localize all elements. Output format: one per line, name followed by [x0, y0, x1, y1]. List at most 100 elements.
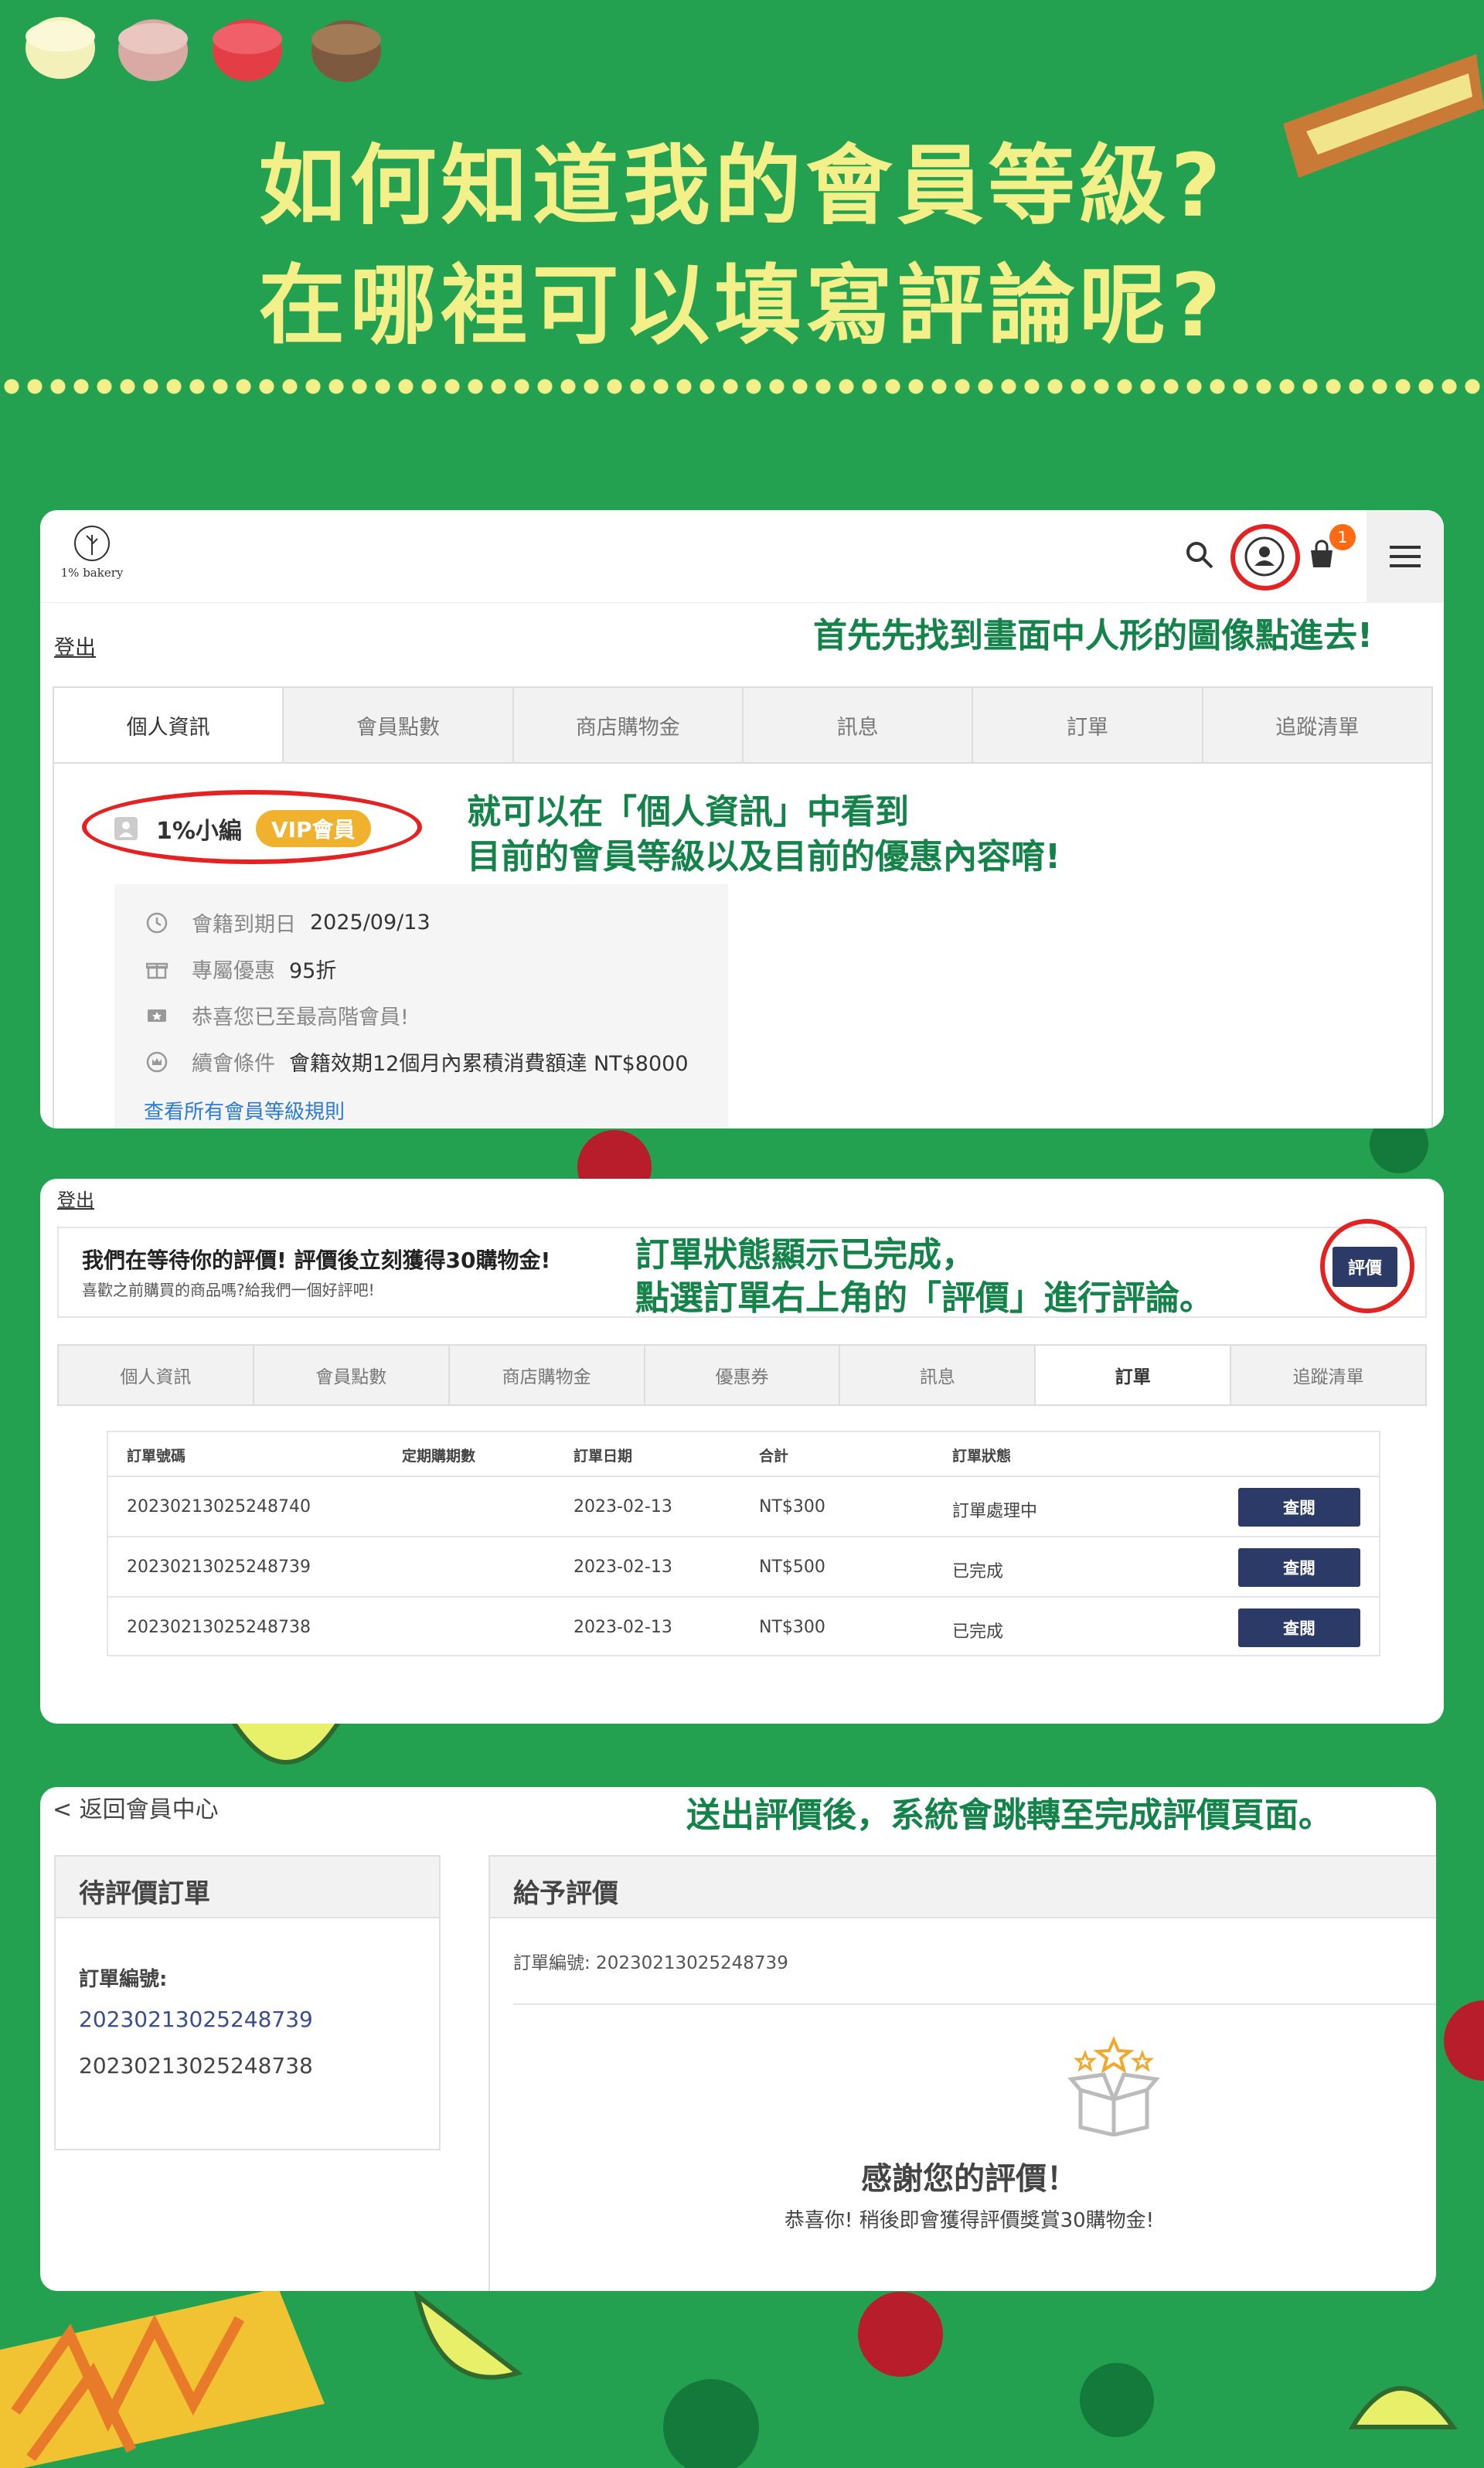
view-order-button[interactable]: 查閱	[1238, 1548, 1360, 1587]
tab-store-credit[interactable]: 商店購物金	[514, 688, 744, 762]
member-tabs: 個人資訊 會員點數 商店購物金 優惠券 訊息 訂單 追蹤清單	[57, 1344, 1427, 1406]
order-id: 20230213025248739	[127, 1557, 311, 1577]
lime-slice-decoration-2	[414, 2289, 523, 2380]
info-label: 專屬優惠	[192, 959, 275, 983]
tab-messages[interactable]: 訊息	[744, 688, 974, 762]
member-tabs: 個人資訊 會員點數 商店購物金 訊息 訂單 追蹤清單	[53, 686, 1433, 764]
order-date: 2023-02-13	[574, 1497, 672, 1517]
callout-personal-info-2: 目前的會員等級以及目前的優惠內容唷!	[467, 837, 1061, 877]
thanks-title: 感謝您的評價！	[861, 2161, 1077, 2197]
orders-panel: 登出 我們在等待你的評價! 評價後立刻獲得30購物金! 喜歡之前購買的商品嗎?給…	[40, 1179, 1444, 1724]
callout-find-user-icon: 首先先找到畫面中人形的圖像點進去!	[813, 616, 1373, 655]
hero-title-line2: 在哪裡可以填寫評論呢?	[258, 256, 1226, 356]
ticket-icon	[145, 1004, 168, 1027]
callout-review-2: 點選訂單右上角的「評價」進行評論。	[635, 1278, 1213, 1318]
info-row-discount: 專屬優惠 95折	[145, 954, 336, 984]
tab-wishlist[interactable]: 追蹤清單	[1203, 688, 1431, 762]
header-date: 訂單日期	[574, 1448, 633, 1465]
pending-order-link[interactable]: 20230213025248738	[79, 2053, 313, 2078]
view-order-button[interactable]: 查閱	[1238, 1608, 1360, 1647]
view-order-button[interactable]: 查閱	[1238, 1488, 1360, 1527]
info-row-expiry: 會籍到期日 2025/09/13	[145, 907, 431, 938]
crown-icon	[145, 1050, 168, 1074]
callout-personal-info-1: 就可以在「個人資訊」中看到	[467, 792, 909, 832]
dotted-divider	[0, 379, 1484, 394]
back-to-member-center-link[interactable]: < 返回會員中心	[53, 1790, 219, 1824]
lime-decoration-bottom	[663, 2379, 759, 2468]
pending-order-link[interactable]: 20230213025248739	[79, 2007, 313, 2032]
order-date: 2023-02-13	[574, 1557, 672, 1577]
tab-orders[interactable]: 訂單	[1036, 1346, 1232, 1404]
thanks-subtitle: 恭喜你! 稍後即會獲得評價獎賞30購物金!	[784, 2209, 1155, 2232]
clock-icon	[145, 911, 168, 934]
order-total: NT$300	[759, 1497, 825, 1517]
banner-title: 我們在等待你的評價! 評價後立刻獲得30購物金!	[82, 1248, 551, 1273]
tree-logo-icon	[74, 526, 110, 561]
header-total: 合計	[759, 1448, 789, 1465]
table-header: 訂單號碼 定期購期數 訂單日期 合計 訂單狀態	[108, 1432, 1379, 1476]
give-review-header	[490, 1857, 1436, 1918]
order-number-label: 訂單編號:	[79, 1968, 168, 1991]
tab-personal-info[interactable]: 個人資訊	[59, 1346, 254, 1404]
order-id: 20230213025248738	[127, 1618, 311, 1637]
review-order-number: 訂單編號: 20230213025248739	[513, 1953, 788, 1973]
give-review-box: 給予評價 訂單編號: 20230213025248739 感謝您的評價！ 恭喜你…	[488, 1855, 1436, 2291]
membership-rules-link[interactable]: 查看所有會員等級規則	[144, 1096, 345, 1125]
review-button-highlight-circle	[1320, 1219, 1414, 1313]
pastry-decoration	[0, 2288, 325, 2468]
cart-count-badge: 1	[1329, 524, 1356, 550]
give-review-title: 給予評價	[513, 1878, 618, 1909]
callout-review-complete: 送出評價後，系統會跳轉至完成評價頁面。	[686, 1796, 1333, 1835]
tab-member-points[interactable]: 會員點數	[284, 688, 514, 762]
order-date: 2023-02-13	[574, 1618, 672, 1637]
info-row-top-level: 恭喜您已至最高階會員!	[145, 1000, 409, 1030]
tab-personal-info[interactable]: 個人資訊	[54, 688, 284, 762]
gift-box-stars-icon	[1064, 2035, 1164, 2140]
callout-review-1: 訂單狀態顯示已完成，	[635, 1235, 975, 1275]
site-header: 1% bakery 1	[40, 510, 1444, 603]
order-status: 已完成	[952, 1562, 1004, 1581]
table-row: 20230213025248739 2023-02-13 NT$500 已完成 …	[108, 1536, 1379, 1596]
search-icon[interactable]	[1184, 540, 1215, 574]
logout-link[interactable]: 登出	[54, 631, 96, 661]
menu-button[interactable]	[1367, 510, 1444, 603]
logout-link[interactable]: 登出	[57, 1185, 94, 1212]
info-label: 會籍到期日	[192, 913, 296, 937]
tab-wishlist[interactable]: 追蹤清單	[1231, 1346, 1425, 1404]
table-row: 20230213025248738 2023-02-13 NT$300 已完成 …	[108, 1596, 1379, 1656]
order-id: 20230213025248740	[127, 1497, 311, 1517]
pending-reviews-box: 待評價訂單 訂單編號: 20230213025248739 2023021302…	[54, 1855, 441, 2150]
order-status: 已完成	[952, 1622, 1004, 1642]
info-value: 2025/09/13	[310, 911, 431, 934]
info-label: 續會條件	[192, 1052, 275, 1076]
info-value: 會籍效期12個月內累積消費額達 NT$8000	[289, 1052, 689, 1076]
review-complete-panel: < 返回會員中心 送出評價後，系統會跳轉至完成評價頁面。 待評價訂單 訂單編號:…	[40, 1787, 1436, 2291]
info-value: 95折	[289, 959, 337, 983]
pending-reviews-title: 待評價訂單	[79, 1878, 210, 1909]
hero-title-line1: 如何知道我的會員等級?	[258, 136, 1226, 237]
order-status: 訂單處理中	[952, 1502, 1038, 1521]
cherry-decoration-bottom	[858, 2292, 943, 2377]
user-icon-highlight-circle	[1230, 524, 1300, 591]
header-status: 訂單狀態	[952, 1448, 1012, 1465]
macaron-decoration	[26, 17, 381, 82]
banner-subtitle: 喜歡之前購買的商品嗎?給我們一個好評吧!	[82, 1281, 375, 1299]
divider	[513, 2003, 1436, 2005]
order-total: NT$500	[759, 1557, 825, 1577]
header-order-no: 訂單號碼	[127, 1448, 186, 1465]
tab-member-points[interactable]: 會員點數	[254, 1346, 450, 1404]
header-period: 定期購期數	[402, 1448, 476, 1465]
tab-orders[interactable]: 訂單	[973, 688, 1203, 762]
tab-coupons[interactable]: 優惠券	[645, 1346, 841, 1404]
cherry-decoration-right	[1444, 2000, 1484, 2081]
tab-store-credit[interactable]: 商店購物金	[450, 1346, 645, 1404]
logo-text: 1% bakery	[60, 566, 124, 580]
site-logo[interactable]: 1% bakery	[49, 524, 134, 594]
member-profile-panel: 1% bakery 1 登出 首先先找到畫面中人形的圖像點進去! 個人資訊 會員…	[40, 510, 1444, 1128]
lime-slice-decoration-3	[1348, 2386, 1458, 2429]
lime-decoration-bottom-2	[1080, 2363, 1154, 2437]
tab-messages[interactable]: 訊息	[840, 1346, 1036, 1404]
gift-icon	[145, 958, 168, 981]
orders-table: 訂單號碼 定期購期數 訂單日期 合計 訂單狀態 2023021302524874…	[107, 1431, 1380, 1656]
info-row-renewal: 續會條件 會籍效期12個月內累積消費額達 NT$8000	[145, 1047, 689, 1077]
